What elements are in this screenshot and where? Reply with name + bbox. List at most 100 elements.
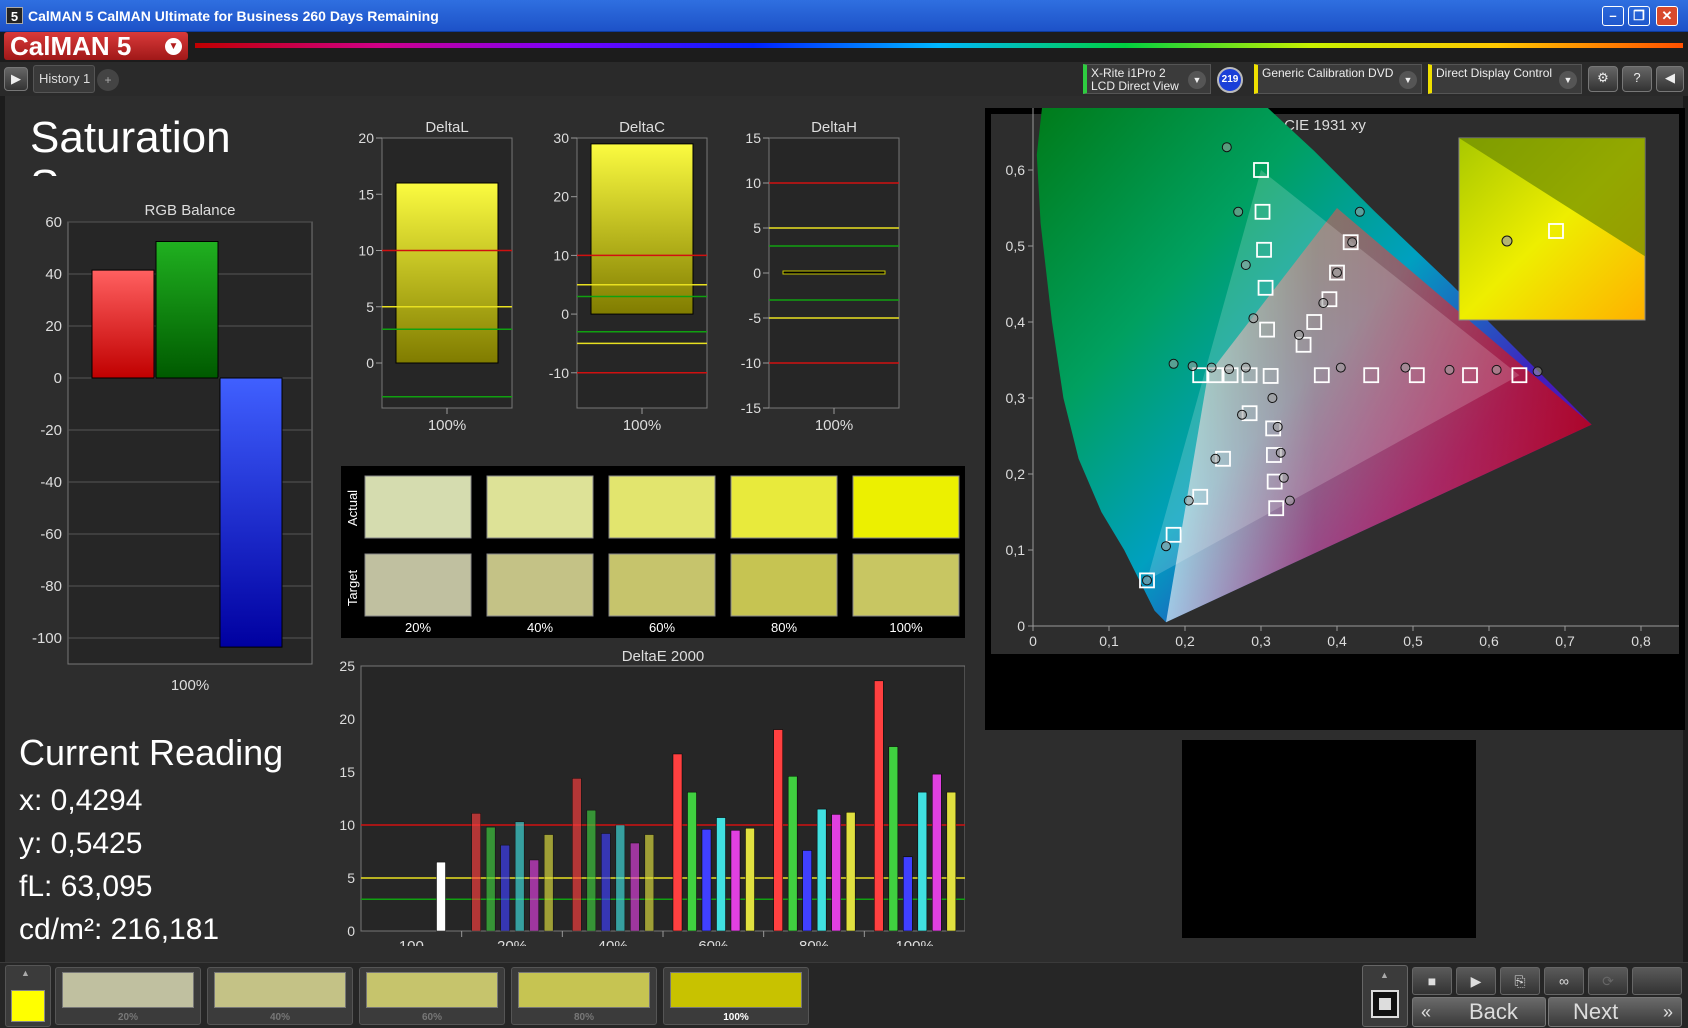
cie-xtick-label: 0,6 xyxy=(1479,633,1499,649)
title-bar: 5 CalMAN 5 CalMAN Ultimate for Business … xyxy=(0,0,1688,32)
actual-swatch xyxy=(730,475,838,539)
close-icon[interactable]: ✕ xyxy=(1656,6,1678,26)
delta-c-bar xyxy=(590,143,694,315)
delta-e-bar xyxy=(816,808,827,932)
delta-h-chart: DeltaH 15 10 5 0 -5 -10 -15 100% xyxy=(741,119,900,434)
delta-e-bar xyxy=(802,850,812,932)
chevron-down-icon: ▼ xyxy=(1399,71,1417,89)
delta-h-ytick-label: -5 xyxy=(749,310,762,326)
delta-e-bar xyxy=(917,791,928,932)
chevron-down-icon: ▼ xyxy=(165,38,182,55)
tab-label: History 1 xyxy=(39,71,91,86)
delta-l-ytick-label: 20 xyxy=(358,130,374,146)
delta-h-xtick-label: 100% xyxy=(815,417,853,434)
tab-history-1[interactable]: History 1 xyxy=(33,65,95,93)
rgb-ytick-label: 40 xyxy=(45,266,62,283)
stop-toggle-button[interactable]: ▲ xyxy=(1362,965,1408,1027)
pattern-swatch-button[interactable]: 40% xyxy=(207,967,353,1025)
actual-swatch xyxy=(364,475,472,539)
delta-h-ytick-label: -10 xyxy=(741,355,761,371)
next-button[interactable]: Next » xyxy=(1548,997,1682,1027)
delta-e-bar xyxy=(831,814,841,932)
current-color-button[interactable]: ▲ xyxy=(5,965,51,1027)
stop-icon[interactable]: ■ xyxy=(1412,967,1452,995)
delta-h-ytick-label: 10 xyxy=(745,175,761,191)
step-icon[interactable]: ⎘ xyxy=(1500,967,1540,995)
cie-measured-point xyxy=(1275,447,1286,458)
workspace: Saturation Sweeps RGB Balance 60 40 20 0 -20 -… xyxy=(5,96,1685,962)
reading-y: y: 0,5425 xyxy=(19,827,143,860)
source-name: Generic Calibration DVD xyxy=(1262,66,1394,80)
collapse-icon[interactable]: ◀ xyxy=(1656,66,1684,92)
cie-xtick-label: 0,5 xyxy=(1403,633,1423,649)
current-reading-heading: Current Reading xyxy=(19,732,284,773)
play-icon[interactable]: ▶ xyxy=(1456,967,1496,995)
delta-e-bar xyxy=(932,773,942,932)
display-selector[interactable]: Direct Display Control ▼ xyxy=(1428,64,1582,94)
loop-icon[interactable]: ∞ xyxy=(1544,967,1584,995)
cie-measured-point xyxy=(1210,453,1221,464)
gear-icon[interactable]: ⚙ xyxy=(1588,66,1618,92)
rgb-ytick-label: 0 xyxy=(54,370,62,387)
double-chevron-right-icon: » xyxy=(1662,1002,1673,1022)
chevron-down-icon: ▼ xyxy=(1188,71,1206,89)
play-sidebar-icon[interactable]: ▶ xyxy=(4,67,28,91)
refresh-icon[interactable]: ⟳ xyxy=(1588,967,1628,995)
swatch-label: 40% xyxy=(527,620,553,635)
cie-measured-point xyxy=(1224,364,1235,375)
meter-badge[interactable]: 219 xyxy=(1217,67,1243,93)
cie-measured-point xyxy=(1221,142,1232,153)
cie-xtick-label: 0,8 xyxy=(1631,633,1651,649)
back-button[interactable]: « Back xyxy=(1412,997,1546,1027)
delta-e-chart: DeltaE 2000 25 20 15 10 5 0 100 20% 40% 60% 80% 100% xyxy=(339,648,965,946)
delta-e-bar xyxy=(730,830,741,932)
cie-xtick-label: 0,2 xyxy=(1175,633,1195,649)
delta-e-bar xyxy=(672,753,683,932)
cie-measured-point xyxy=(1278,472,1289,483)
target-swatch xyxy=(730,553,838,617)
rgb-bar-g xyxy=(155,241,219,379)
pattern-swatch-button[interactable]: 100% xyxy=(663,967,809,1025)
target-swatch xyxy=(486,553,594,617)
rgb-ytick-label: -20 xyxy=(40,422,62,439)
source-selector[interactable]: Generic Calibration DVD ▼ xyxy=(1254,64,1422,94)
delta-e-ytick-label: 15 xyxy=(339,764,355,780)
stop-icon xyxy=(1371,990,1399,1018)
delta-e-bar xyxy=(874,680,884,932)
delta-e-bar xyxy=(601,833,611,932)
pattern-swatch xyxy=(214,972,346,1008)
cie-measured-point xyxy=(1161,541,1171,552)
rgb-balance-chart: RGB Balance 60 40 20 0 -20 -40 -60 -80 -100 100% xyxy=(32,202,313,692)
delta-e-ytick-label: 0 xyxy=(347,923,355,939)
delta-c-title: DeltaC xyxy=(619,119,665,136)
delta-l-xtick-label: 100% xyxy=(428,417,466,434)
delta-l-ytick-label: 0 xyxy=(366,355,374,371)
delta-e-ytick-label: 5 xyxy=(347,870,355,886)
delta-e-xtick-label: 60% xyxy=(698,938,728,946)
swatch-label: 20% xyxy=(405,620,431,635)
cie-measured-point xyxy=(1142,575,1152,586)
pattern-swatch-button[interactable]: 60% xyxy=(359,967,505,1025)
cie-measured-point xyxy=(1444,364,1455,375)
delta-e-bar xyxy=(615,824,626,932)
target-swatch xyxy=(852,553,960,617)
delta-e-ytick-label: 10 xyxy=(339,817,355,833)
cie-measured-point xyxy=(1354,206,1365,217)
meter-selector[interactable]: X-Rite i1Pro 2 LCD Direct View ▼ xyxy=(1083,64,1211,94)
cie-measured-point xyxy=(1183,495,1194,506)
delta-c-ytick-label: 20 xyxy=(553,189,569,205)
current-color-swatch xyxy=(11,990,45,1022)
delta-l-ytick-label: 10 xyxy=(358,243,374,259)
cie-measured-point xyxy=(1237,409,1247,420)
cie-ytick-label: 0,5 xyxy=(1006,238,1026,254)
cie-ytick-label: 0 xyxy=(1017,618,1025,634)
minimize-icon[interactable]: – xyxy=(1602,6,1624,26)
actual-swatch xyxy=(486,475,594,539)
pattern-swatch-button[interactable]: 20% xyxy=(55,967,201,1025)
help-icon[interactable]: ? xyxy=(1622,66,1652,92)
pattern-swatch-button[interactable]: 80% xyxy=(511,967,657,1025)
restore-icon[interactable]: ❐ xyxy=(1628,6,1650,26)
add-tab-button[interactable]: + xyxy=(97,69,119,91)
calman-logo-button[interactable]: CalMAN 5 ▼ xyxy=(4,32,188,60)
cie-measured-point xyxy=(1206,362,1217,373)
